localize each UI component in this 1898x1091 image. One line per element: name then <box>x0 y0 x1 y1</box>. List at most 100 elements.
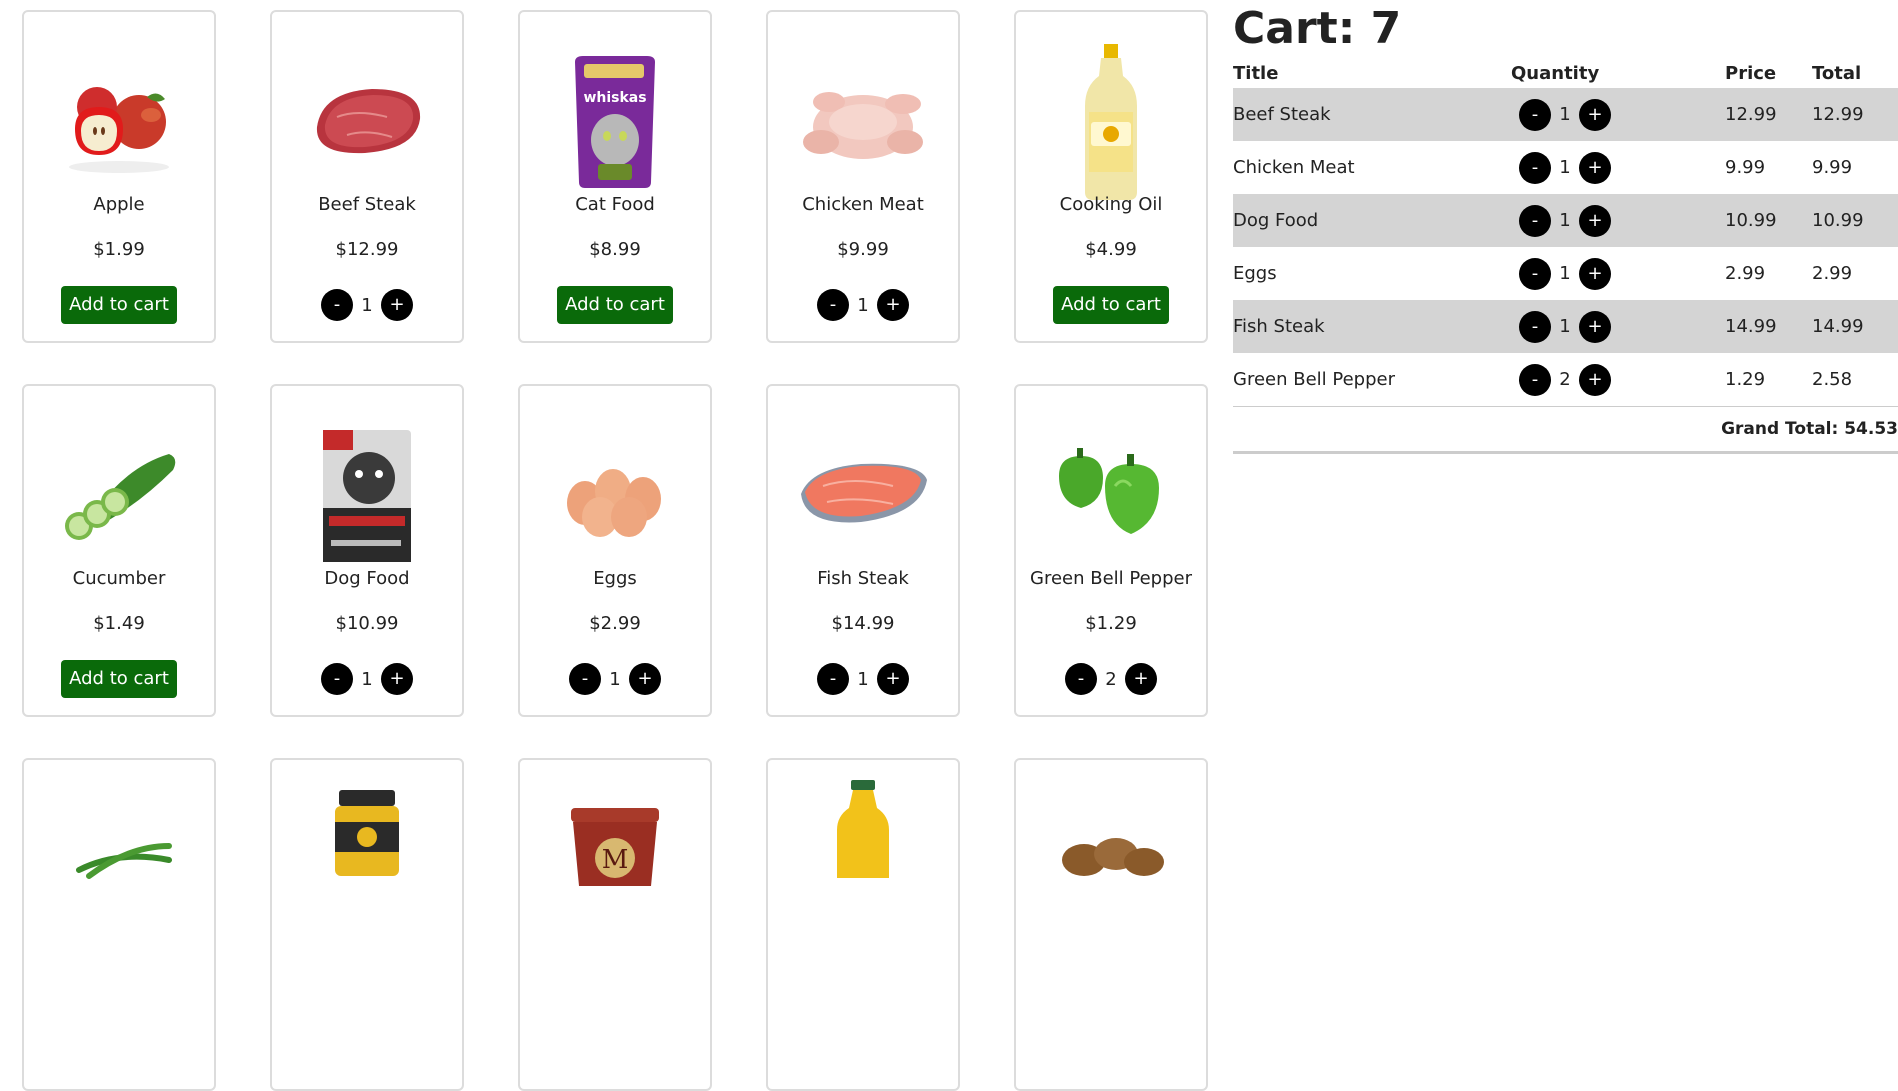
quantity-stepper: - 2 + <box>1511 363 1725 396</box>
cart-row: Dog Food - 1 + 10.99 10.99 <box>1233 194 1898 247</box>
column-header-total: Total <box>1812 62 1862 84</box>
decrease-button[interactable]: - <box>1519 204 1551 237</box>
product-price: $4.99 <box>1085 239 1137 260</box>
product-name: Fish Steak <box>817 568 909 589</box>
cart-item-price: 10.99 <box>1725 194 1812 247</box>
cart-row: Chicken Meat - 1 + 9.99 9.99 <box>1233 141 1898 194</box>
cart-item-total: 14.99 <box>1812 300 1898 353</box>
product-card-chicken-meat: Chicken Meat $9.99 - 1 + <box>766 10 960 343</box>
add-to-cart-button[interactable]: Add to cart <box>61 660 177 698</box>
quantity-stepper: - 1 + <box>569 663 661 695</box>
increase-button[interactable]: + <box>877 663 909 695</box>
quantity-stepper: - 1 + <box>1511 257 1725 290</box>
column-header-price: Price <box>1725 62 1777 84</box>
increase-button[interactable]: + <box>877 289 909 321</box>
decrease-button[interactable]: - <box>817 289 849 321</box>
product-price: $8.99 <box>589 239 641 260</box>
decrease-button[interactable]: - <box>817 663 849 695</box>
cart-row: Fish Steak - 1 + 14.99 14.99 <box>1233 300 1898 353</box>
cart-item-total: 10.99 <box>1812 194 1898 247</box>
quantity-stepper: - 1 + <box>1511 310 1725 343</box>
juice-bottle-icon <box>768 778 958 898</box>
cart-item-price: 2.99 <box>1725 263 1766 284</box>
product-name: Cooking Oil <box>1059 194 1163 215</box>
decrease-button[interactable]: - <box>321 289 353 321</box>
increase-button[interactable]: + <box>1579 310 1611 343</box>
product-card <box>766 758 960 1091</box>
cart-item-total: 2.58 <box>1812 369 1853 390</box>
fish-steak-icon <box>768 406 958 586</box>
cart-item-title: Eggs <box>1233 263 1277 284</box>
product-card-cucumber: Cucumber $1.49 Add to cart <box>22 384 216 717</box>
eggs-icon <box>520 406 710 586</box>
decrease-button[interactable]: - <box>1065 663 1097 695</box>
honey-jar-icon <box>272 788 462 908</box>
quantity-value: 1 <box>857 294 869 316</box>
add-to-cart-button[interactable]: Add to cart <box>557 286 673 324</box>
quantity-stepper: - 1 + <box>321 289 413 321</box>
increase-button[interactable]: + <box>1579 151 1611 184</box>
quantity-stepper: - 1 + <box>1511 98 1725 131</box>
cart-panel: Cart: 7 Title Quantity Price Total Beef … <box>1233 0 1898 454</box>
increase-button[interactable]: + <box>1579 98 1611 131</box>
product-card-dog-food: Dog Food $10.99 - 1 + <box>270 384 464 717</box>
cat-food-icon: whiskas <box>520 32 710 212</box>
quantity-stepper: - 2 + <box>1065 663 1157 695</box>
cart-row: Green Bell Pepper - 2 + 1.29 2.58 <box>1233 353 1898 407</box>
cart-item-title: Green Bell Pepper <box>1233 369 1395 390</box>
decrease-button[interactable]: - <box>1519 363 1551 396</box>
decrease-button[interactable]: - <box>1519 98 1551 131</box>
cart-heading: Cart: 7 <box>1233 3 1402 54</box>
quantity-value: 1 <box>1559 157 1571 178</box>
apple-icon <box>24 32 214 212</box>
add-to-cart-button[interactable]: Add to cart <box>61 286 177 324</box>
increase-button[interactable]: + <box>629 663 661 695</box>
quantity-stepper: - 1 + <box>1511 204 1725 237</box>
cart-item-price: 12.99 <box>1725 88 1812 141</box>
increase-button[interactable]: + <box>1579 257 1611 290</box>
column-header-quantity: Quantity <box>1511 62 1600 84</box>
decrease-button[interactable]: - <box>321 663 353 695</box>
quantity-value: 1 <box>1559 263 1571 284</box>
increase-button[interactable]: + <box>1125 663 1157 695</box>
beef-steak-icon <box>272 32 462 212</box>
product-name: Cucumber <box>72 568 166 589</box>
product-card <box>22 758 216 1091</box>
column-header-title: Title <box>1233 62 1279 84</box>
product-card-eggs: Eggs $2.99 - 1 + <box>518 384 712 717</box>
product-card-cat-food: whiskas Cat Food $8.99 Add to cart <box>518 10 712 343</box>
product-card <box>270 758 464 1091</box>
cart-item-total: 12.99 <box>1812 88 1898 141</box>
increase-button[interactable]: + <box>381 289 413 321</box>
product-price: $1.29 <box>1085 613 1137 634</box>
cart-table: Title Quantity Price Total Beef Steak - … <box>1233 58 1898 454</box>
quantity-value: 1 <box>361 668 373 690</box>
decrease-button[interactable]: - <box>1519 257 1551 290</box>
product-card-beef-steak: Beef Steak $12.99 - 1 + <box>270 10 464 343</box>
increase-button[interactable]: + <box>1579 363 1611 396</box>
potato-icon <box>1016 836 1206 956</box>
increase-button[interactable]: + <box>381 663 413 695</box>
quantity-value: 1 <box>1559 104 1571 125</box>
quantity-value: 1 <box>1559 316 1571 337</box>
add-to-cart-button[interactable]: Add to cart <box>1053 286 1169 324</box>
product-card: M <box>518 758 712 1091</box>
product-card-apple: Apple $1.99 Add to cart <box>22 10 216 343</box>
decrease-button[interactable]: - <box>569 663 601 695</box>
product-name: Apple <box>93 194 145 215</box>
cucumber-icon <box>24 406 214 586</box>
bell-pepper-icon <box>1016 406 1206 586</box>
dog-food-icon <box>272 406 462 586</box>
cart-item-total: 9.99 <box>1812 157 1853 178</box>
quantity-stepper: - 1 + <box>321 663 413 695</box>
quantity-value: 1 <box>857 668 869 690</box>
decrease-button[interactable]: - <box>1519 310 1551 343</box>
product-name: Dog Food <box>324 568 410 589</box>
product-name: Eggs <box>593 568 637 589</box>
cart-item-price: 9.99 <box>1725 157 1766 178</box>
increase-button[interactable]: + <box>1579 204 1611 237</box>
decrease-button[interactable]: - <box>1519 151 1551 184</box>
product-name: Green Bell Pepper <box>1030 568 1192 589</box>
product-card <box>1014 758 1208 1091</box>
cart-item-title: Fish Steak <box>1233 300 1511 353</box>
